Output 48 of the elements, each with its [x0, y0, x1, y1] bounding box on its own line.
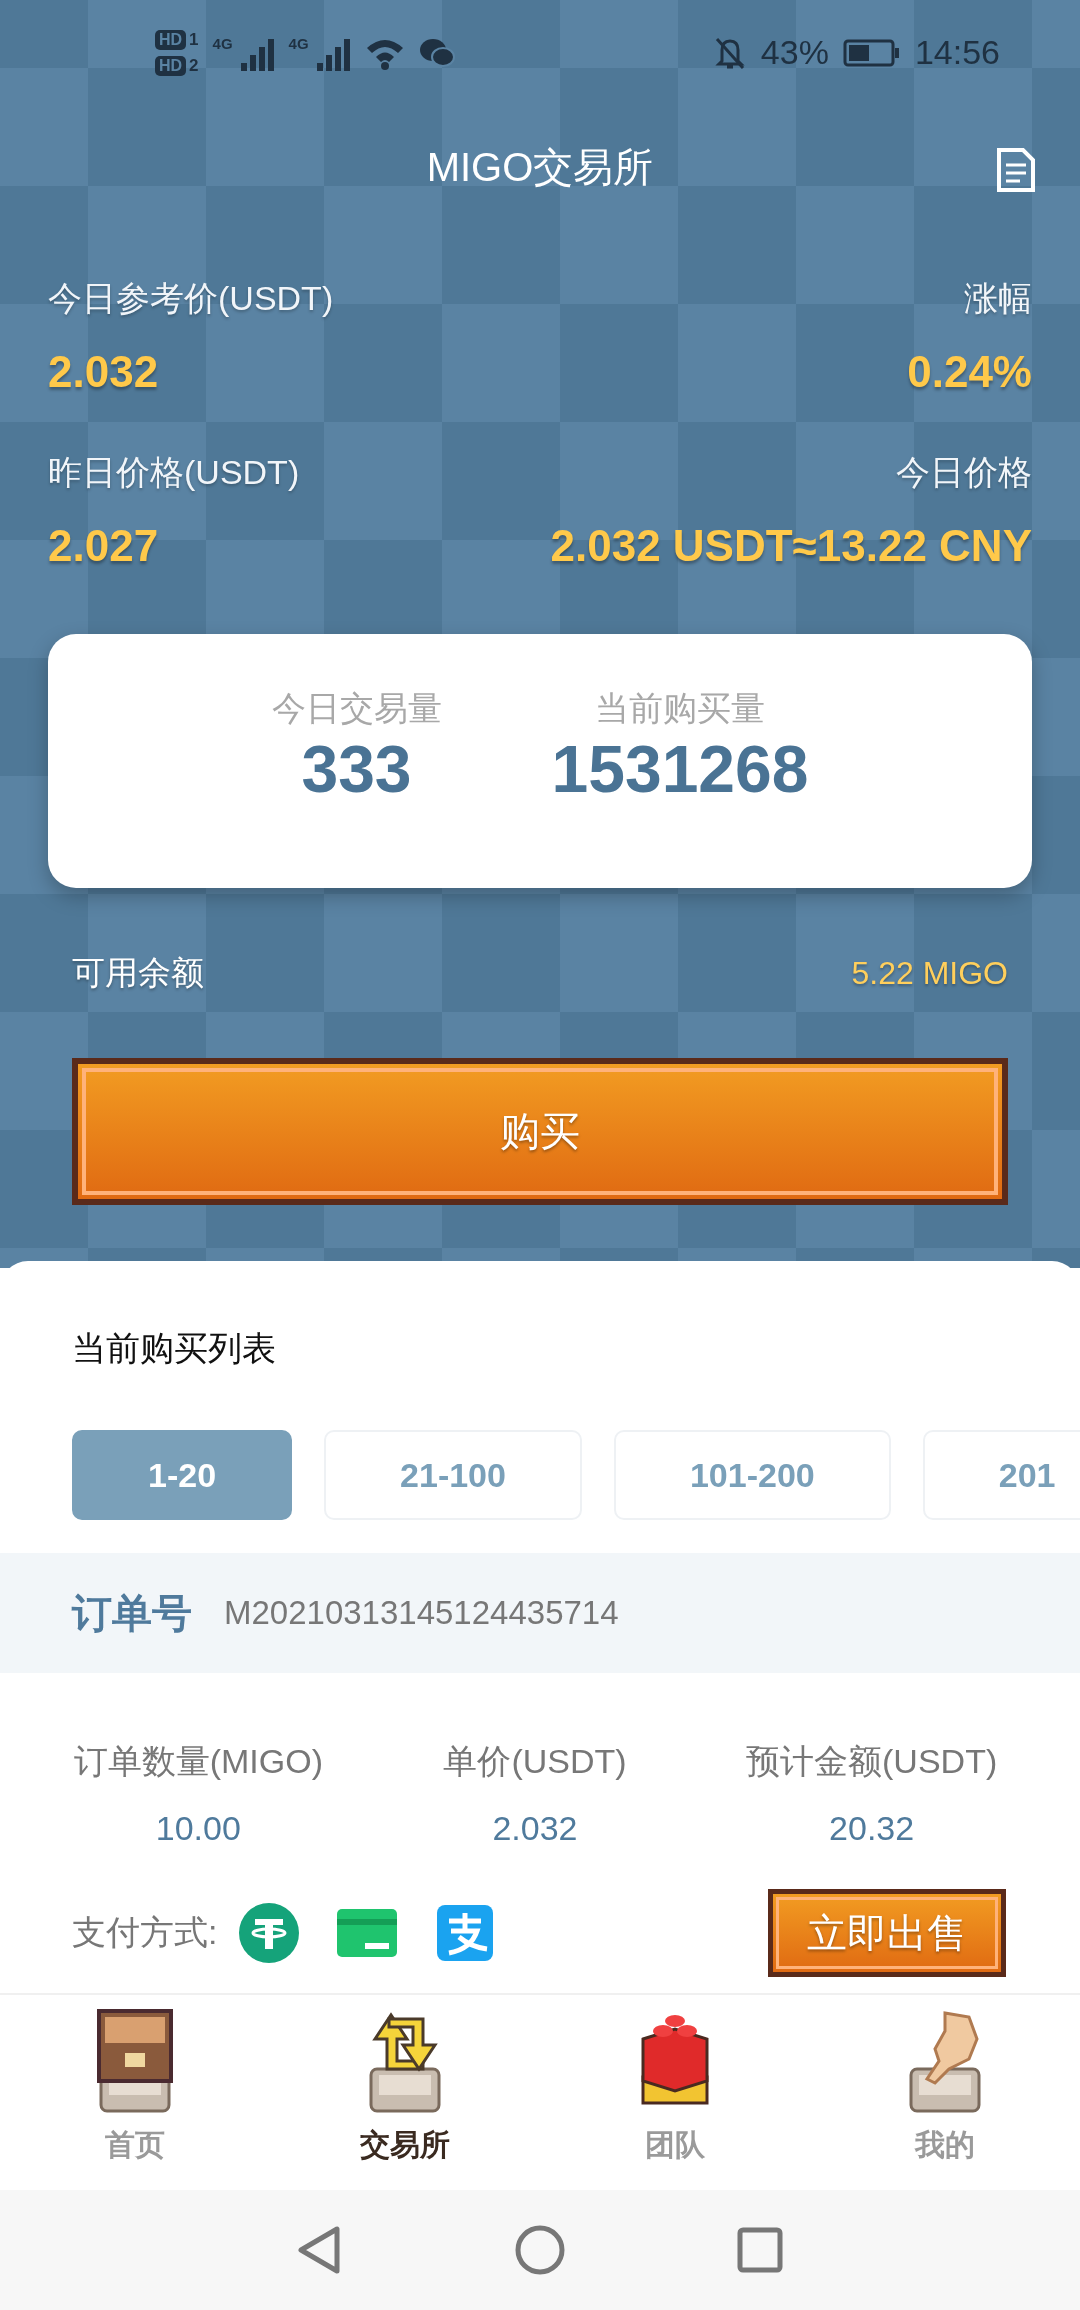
range-tab[interactable]: 101-200: [613, 1430, 891, 1520]
tether-icon: [239, 1903, 300, 1963]
document-icon[interactable]: [996, 147, 1036, 193]
price-label: 涨幅: [964, 278, 1032, 319]
order-field-label: 预计金额(USDT): [746, 1741, 998, 1782]
nav-tab[interactable]: 团队: [540, 1995, 810, 2190]
clock-time: 14:56: [914, 33, 1000, 72]
chest-icon: [95, 2009, 175, 2113]
buy-button[interactable]: 购买: [72, 1058, 1008, 1205]
nav-tab[interactable]: 我的: [810, 1995, 1080, 2190]
order-field-value: 10.00: [155, 1808, 241, 1849]
order-label: 订单号: [72, 1589, 192, 1637]
order-number: M20210313145124435714: [224, 1594, 619, 1632]
payment-app-icon: [437, 1905, 494, 1961]
order-field-label: 单价(USDT): [443, 1741, 627, 1782]
section-title: 当前购买列表: [72, 1328, 277, 1369]
price-label: 昨日价格(USDT): [48, 452, 300, 493]
sim-indicator: HD 1: [155, 29, 199, 50]
price-value: 2.032 USDT≈13.22 CNY: [550, 520, 1032, 572]
chat-bubbles-icon: [418, 37, 455, 68]
range-tab[interactable]: 21-100: [324, 1430, 582, 1520]
range-tab[interactable]: 201: [922, 1430, 1080, 1520]
price-label: 今日价格: [896, 452, 1032, 493]
card-icon: [337, 1909, 398, 1957]
order-field-value: 2.032: [492, 1808, 578, 1849]
balance-label: 可用余额: [72, 952, 204, 993]
price-value: 2.027: [48, 520, 159, 572]
order-field-label: 订单数量(MIGO): [73, 1741, 323, 1782]
network-type: 4G: [288, 34, 309, 52]
order-field-value: 20.32: [829, 1808, 915, 1849]
price-value: 2.032: [48, 346, 159, 398]
price-label: 今日参考价(USDT): [48, 278, 334, 319]
stat-label: 当前购买量: [595, 688, 765, 729]
stat-value: 333: [301, 732, 412, 806]
balance-value: 5.22 MIGO: [851, 954, 1008, 992]
stat-label: 今日交易量: [271, 688, 442, 729]
network-type: 4G: [212, 34, 233, 52]
stat-value: 1531268: [551, 732, 809, 806]
sell-button[interactable]: 立即出售: [768, 1889, 1006, 1977]
payment-label: 支付方式:: [72, 1912, 218, 1953]
nav-tab[interactable]: 首页: [0, 1995, 270, 2190]
sim-indicator: HD 2: [155, 55, 199, 76]
price-value: 0.24%: [907, 346, 1032, 398]
range-tab[interactable]: 1-20: [72, 1430, 293, 1520]
battery-percent: 43%: [760, 33, 829, 72]
page-title: MIGO交易所: [426, 144, 654, 191]
battery-icon: [842, 37, 901, 68]
nav-tab[interactable]: 交易所: [270, 1995, 540, 2190]
